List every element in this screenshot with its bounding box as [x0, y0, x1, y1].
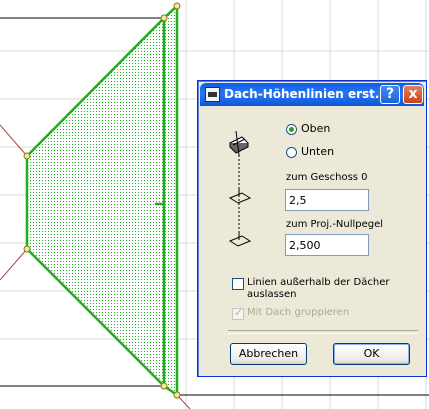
hotspot-handle — [160, 382, 168, 390]
hotspot-handle — [173, 391, 181, 399]
dialog-title: Dach-Höhenlinien erst... — [224, 87, 389, 101]
cancel-button[interactable]: Abbrechen — [230, 343, 307, 365]
project-zero-label: zum Proj.-Nullpegel — [286, 219, 384, 230]
skip-outside-label-line1[interactable]: Linien außerhalb der Dächer — [247, 277, 389, 288]
radio-top[interactable] — [286, 124, 297, 135]
radio-bottom-label[interactable]: Unten — [301, 145, 334, 158]
story-label: zum Geschoss 0 — [286, 172, 368, 183]
hotspot-handle — [160, 14, 168, 22]
group-with-roof-checkbox — [232, 306, 244, 320]
height-illustration-icon — [228, 130, 252, 247]
app-icon — [205, 87, 220, 102]
story-height-input[interactable]: 2,5 — [285, 189, 369, 211]
project-zero-height-input[interactable]: 2,500 — [285, 234, 369, 256]
radio-top-label[interactable]: Oben — [301, 122, 330, 135]
hotspot-handle — [23, 152, 31, 160]
hotspot-handle — [173, 2, 181, 10]
close-button[interactable]: x — [403, 85, 423, 104]
help-button[interactable]: ? — [380, 85, 400, 104]
roof-polygon[interactable] — [25, 3, 179, 398]
dialog-titlebar[interactable]: Dach-Höhenlinien erst... ? x — [200, 83, 424, 106]
ok-button[interactable]: OK — [333, 343, 410, 365]
roof-contour-dialog: Dach-Höhenlinien erst... ? x Oben Unten … — [197, 80, 427, 377]
hotspot-handle — [23, 245, 31, 253]
skip-outside-checkbox[interactable] — [232, 278, 244, 290]
skip-outside-label-line2[interactable]: auslassen — [247, 289, 297, 300]
radio-bottom[interactable] — [286, 147, 297, 158]
group-with-roof-label: Mit Dach gruppieren — [247, 307, 350, 318]
dialog-separator — [228, 330, 418, 334]
